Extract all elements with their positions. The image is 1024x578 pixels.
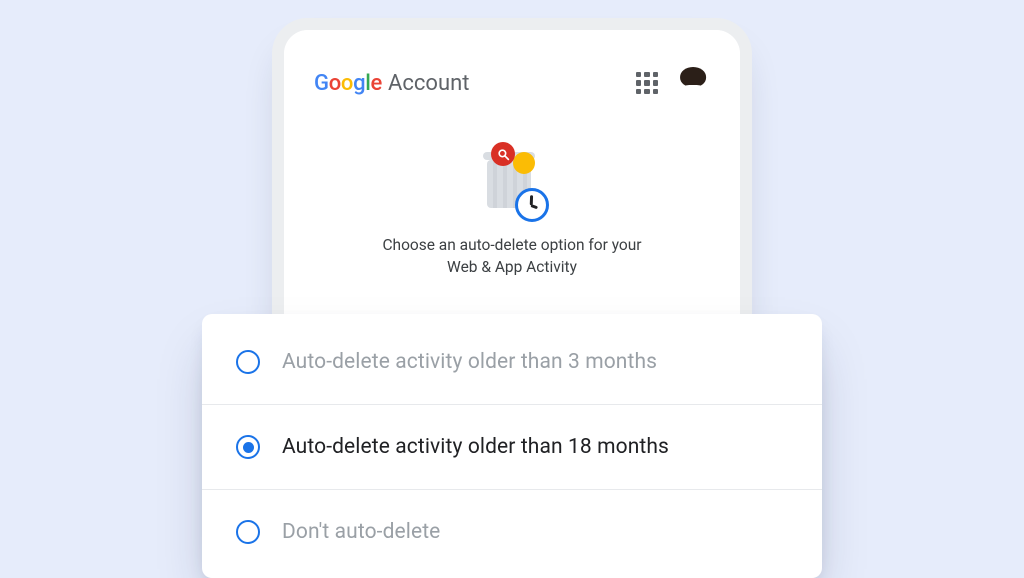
option-3-months[interactable]: Auto-delete activity older than 3 months: [202, 320, 822, 405]
avatar[interactable]: [674, 64, 712, 102]
magnifier-badge-icon: [491, 142, 515, 166]
option-18-months[interactable]: Auto-delete activity older than 18 month…: [202, 405, 822, 490]
auto-delete-illustration: [473, 146, 551, 216]
option-label: Don't auto-delete: [282, 520, 440, 544]
apps-grid-icon[interactable]: [636, 72, 658, 94]
option-dont-delete[interactable]: Don't auto-delete: [202, 490, 822, 578]
coin-icon: [513, 152, 535, 174]
auto-delete-prompt: Choose an auto-delete option for your We…: [308, 146, 716, 279]
google-account-logo: Google Account: [314, 71, 469, 96]
clock-icon: [515, 188, 549, 222]
account-label: Account: [388, 71, 469, 96]
auto-delete-options-card: Auto-delete activity older than 3 months…: [202, 314, 822, 578]
prompt-text: Choose an auto-delete option for your We…: [382, 234, 641, 279]
option-label: Auto-delete activity older than 3 months: [282, 350, 657, 374]
app-header: Google Account: [308, 64, 716, 102]
option-label: Auto-delete activity older than 18 month…: [282, 435, 669, 459]
radio-icon: [236, 350, 260, 374]
radio-icon: [236, 435, 260, 459]
header-actions: [636, 64, 712, 102]
radio-icon: [236, 520, 260, 544]
google-wordmark: Google: [314, 71, 382, 96]
